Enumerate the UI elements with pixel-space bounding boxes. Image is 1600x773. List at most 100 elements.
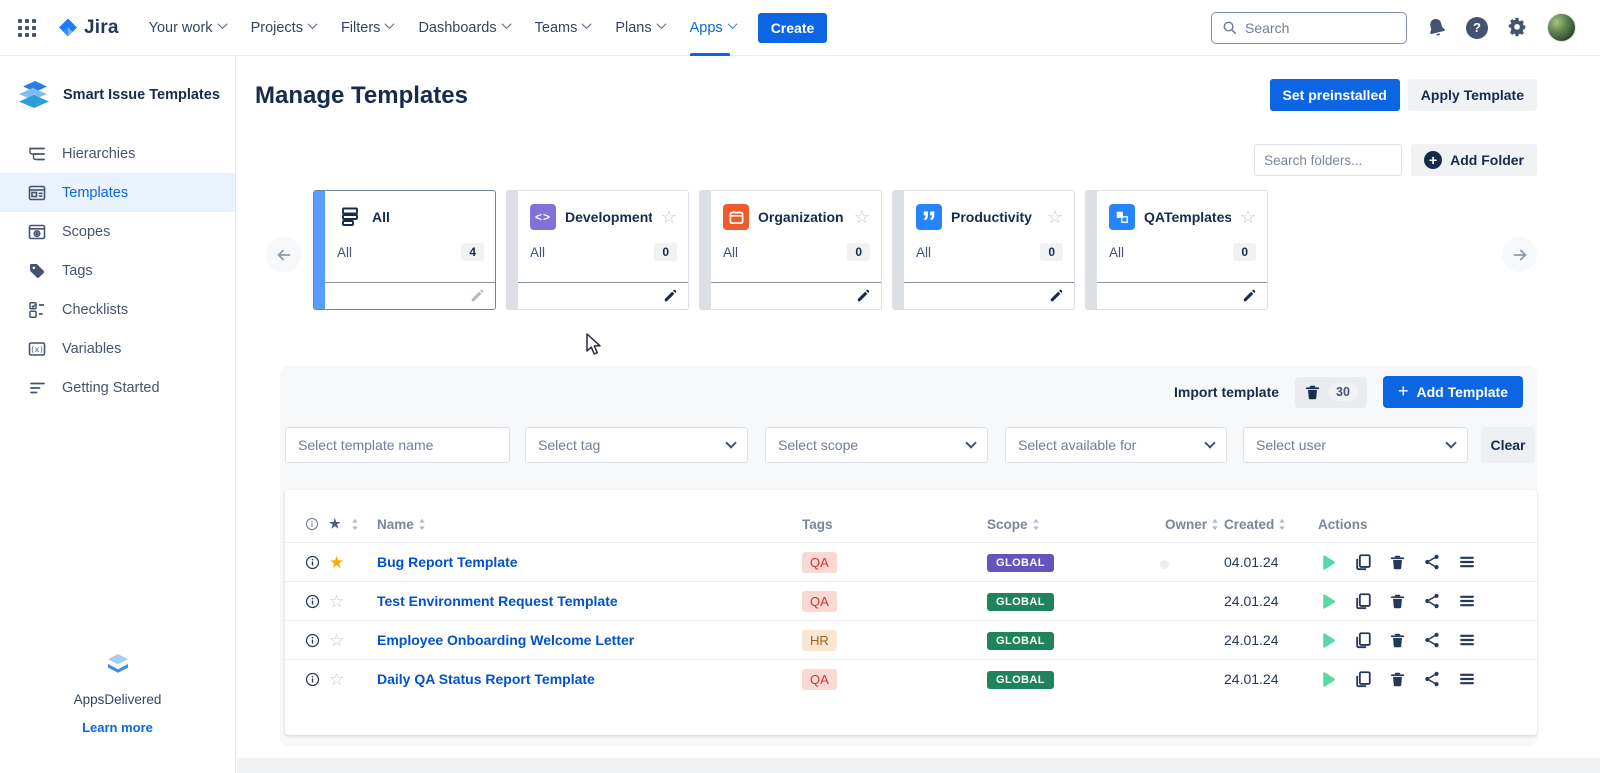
favorite-star-icon[interactable] (329, 593, 351, 610)
folder-card-all[interactable]: All All 4 (313, 190, 496, 310)
share-icon[interactable] (1423, 592, 1441, 610)
delete-trash-icon[interactable] (1389, 554, 1406, 571)
apply-play-icon[interactable] (1318, 670, 1337, 689)
folder-card-development[interactable]: <> Development ☆ All 0 (506, 190, 689, 310)
carousel-prev-button[interactable] (266, 237, 301, 272)
global-search[interactable] (1211, 12, 1407, 44)
row-menu-icon[interactable] (1458, 592, 1476, 610)
nav-plans[interactable]: Plans (615, 0, 664, 56)
folder-card-qatemplates[interactable]: QATemplates ☆ All 0 (1085, 190, 1268, 310)
import-template-button[interactable]: Import template (1174, 384, 1279, 400)
star-outline-icon[interactable]: ☆ (661, 208, 677, 226)
help-icon[interactable] (1466, 17, 1488, 39)
app-switcher-icon[interactable] (16, 17, 38, 39)
set-preinstalled-button[interactable]: Set preinstalled (1270, 79, 1400, 111)
delete-trash-icon[interactable] (1389, 593, 1406, 610)
copy-icon[interactable] (1354, 631, 1372, 649)
info-icon[interactable] (305, 672, 329, 687)
filter-available-for-select[interactable]: Select available for (1005, 427, 1227, 463)
delete-trash-icon[interactable] (1389, 632, 1406, 649)
nav-teams[interactable]: Teams (535, 0, 591, 56)
clear-filters-button[interactable]: Clear (1481, 427, 1535, 463)
favorite-star-icon[interactable] (329, 632, 351, 649)
info-icon[interactable] (305, 594, 329, 609)
shapes-icon (1109, 204, 1135, 230)
info-icon[interactable] (305, 633, 329, 648)
template-name-input[interactable] (298, 437, 497, 453)
edit-folder-pencil-icon[interactable] (1049, 289, 1063, 303)
column-header-name[interactable]: Name (377, 517, 802, 532)
copy-icon[interactable] (1354, 553, 1372, 571)
user-avatar[interactable] (1547, 13, 1576, 42)
search-folders-input[interactable] (1254, 144, 1402, 176)
apply-play-icon[interactable] (1318, 631, 1337, 650)
info-icon[interactable] (305, 555, 329, 570)
filter-tag-select[interactable]: Select tag (525, 427, 748, 463)
nav-apps[interactable]: Apps (690, 0, 736, 56)
folder-card-productivity[interactable]: ” Productivity ☆ All 0 (892, 190, 1075, 310)
sidebar-item-tags[interactable]: Tags (0, 251, 235, 290)
star-outline-icon[interactable]: ☆ (854, 208, 870, 226)
edit-folder-pencil-icon[interactable] (1242, 289, 1256, 303)
add-folder-button[interactable]: Add Folder (1411, 144, 1537, 176)
add-template-button[interactable]: Add Template (1383, 376, 1523, 408)
column-header-created[interactable]: Created (1224, 517, 1310, 532)
share-icon[interactable] (1423, 670, 1441, 688)
template-name-link[interactable]: Test Environment Request Template (377, 593, 802, 609)
edit-folder-pencil-icon[interactable] (856, 289, 870, 303)
global-search-input[interactable] (1245, 20, 1385, 36)
recycle-bin-button[interactable]: 30 (1295, 377, 1367, 408)
plus-icon (1398, 381, 1409, 402)
copy-icon[interactable] (1354, 670, 1372, 688)
filter-template-name[interactable] (285, 427, 510, 463)
apply-play-icon[interactable] (1318, 592, 1337, 611)
star-outline-icon[interactable]: ☆ (1047, 208, 1063, 226)
folder-name: Development (565, 209, 652, 225)
sidebar-item-getting-started[interactable]: Getting Started (0, 368, 235, 407)
row-menu-icon[interactable] (1458, 670, 1476, 688)
star-sort[interactable] (351, 518, 377, 531)
chevron-down-icon (217, 19, 227, 29)
notifications-icon[interactable] (1426, 17, 1447, 38)
filter-user-select[interactable]: Select user (1243, 427, 1468, 463)
copy-icon[interactable] (1354, 592, 1372, 610)
info-icon[interactable] (305, 517, 329, 531)
star-column-header-icon[interactable] (329, 516, 351, 532)
star-outline-icon[interactable]: ☆ (1240, 208, 1256, 226)
apply-play-icon[interactable] (1318, 553, 1337, 572)
share-icon[interactable] (1423, 631, 1441, 649)
sidebar-item-templates[interactable]: Templates (0, 173, 235, 212)
edit-folder-pencil-icon[interactable] (663, 289, 677, 303)
template-name-link[interactable]: Employee Onboarding Welcome Letter (377, 632, 802, 648)
column-header-owner[interactable]: Owner (1165, 517, 1224, 532)
nav-projects[interactable]: Projects (251, 0, 316, 56)
settings-gear-icon[interactable] (1507, 17, 1528, 38)
sidebar-item-checklists[interactable]: Checklists (0, 290, 235, 329)
nav-your-work[interactable]: Your work (149, 0, 226, 56)
learn-more-link[interactable]: Learn more (82, 720, 153, 735)
favorite-star-icon[interactable] (329, 554, 351, 571)
filter-scope-select[interactable]: Select scope (765, 427, 988, 463)
template-name-link[interactable]: Daily QA Status Report Template (377, 671, 802, 687)
jira-logo[interactable]: Jira (56, 16, 119, 40)
carousel-next-button[interactable] (1502, 237, 1537, 272)
apply-template-button[interactable]: Apply Template (1408, 79, 1537, 111)
app-header: Smart Issue Templates (0, 56, 235, 134)
share-icon[interactable] (1423, 553, 1441, 571)
row-menu-icon[interactable] (1458, 631, 1476, 649)
edit-folder-pencil-icon[interactable] (470, 289, 484, 303)
folder-card-organization[interactable]: Organization ☆ All 0 (699, 190, 882, 310)
row-menu-icon[interactable] (1458, 553, 1476, 571)
folder-subtitle: All (1109, 245, 1124, 260)
nav-dashboards[interactable]: Dashboards (418, 0, 509, 56)
nav-filters[interactable]: Filters (341, 0, 393, 56)
favorite-star-icon[interactable] (329, 671, 351, 688)
template-name-link[interactable]: Bug Report Template (377, 554, 802, 570)
column-header-scope[interactable]: Scope (987, 517, 1165, 532)
create-button[interactable]: Create (758, 13, 828, 43)
sidebar-item-hierarchies[interactable]: Hierarchies (0, 134, 235, 173)
tag-badge: QA (802, 591, 837, 612)
sidebar-item-variables[interactable]: (x) Variables (0, 329, 235, 368)
sidebar-item-scopes[interactable]: Scopes (0, 212, 235, 251)
delete-trash-icon[interactable] (1389, 671, 1406, 688)
